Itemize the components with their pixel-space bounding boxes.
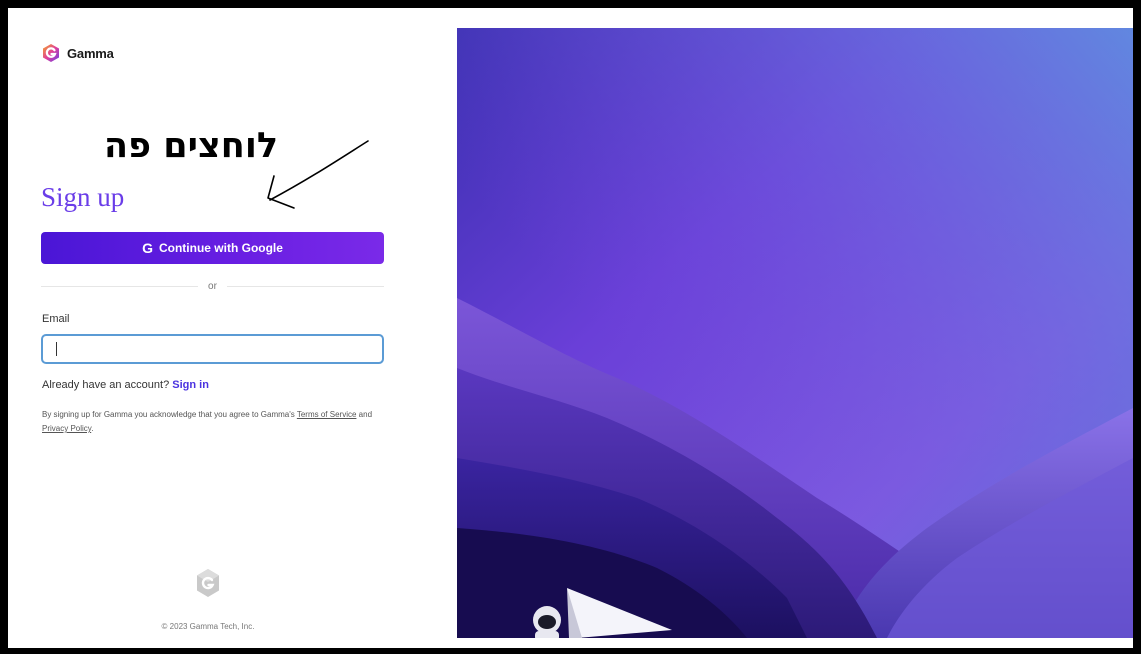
terms-of-service-link[interactable]: Terms of Service bbox=[297, 410, 357, 419]
divider-line-right bbox=[226, 285, 384, 287]
hero-illustration bbox=[457, 28, 1133, 638]
screenshot-frame: Gamma לוחצים פה Sign up G Continue with … bbox=[8, 8, 1133, 648]
copyright-text: © 2023 Gamma Tech, Inc. bbox=[161, 622, 255, 631]
legal-prefix: By signing up for Gamma you acknowledge … bbox=[42, 410, 295, 419]
continue-with-google-button[interactable]: G Continue with Google bbox=[41, 232, 384, 264]
text-caret bbox=[56, 342, 57, 356]
brand-logo[interactable]: Gamma bbox=[41, 43, 114, 63]
page-title: Sign up bbox=[41, 182, 125, 212]
email-label: Email bbox=[42, 313, 70, 325]
gamma-logo-icon bbox=[43, 44, 59, 62]
google-g-icon: G bbox=[142, 240, 153, 256]
astronaut-icon bbox=[533, 606, 561, 638]
hand-drawn-arrow-icon bbox=[267, 140, 369, 209]
divider-line-left bbox=[41, 285, 199, 287]
signin-prompt: Already have an account? Sign in bbox=[42, 379, 209, 391]
legal-notice: By signing up for Gamma you acknowledge … bbox=[42, 408, 387, 436]
gamma-g-icon bbox=[197, 569, 219, 597]
legal-suffix: . bbox=[91, 424, 94, 433]
legal-and: and bbox=[358, 410, 373, 419]
already-have-account-text: Already have an account? bbox=[42, 379, 170, 391]
divider-text: or bbox=[208, 280, 217, 292]
or-divider: or bbox=[41, 280, 384, 292]
annotation-label: לוחצים פה bbox=[104, 126, 279, 166]
google-button-label: Continue with Google bbox=[158, 241, 283, 255]
mountains-illustration bbox=[457, 28, 1133, 638]
brand-name: Gamma bbox=[67, 45, 114, 61]
signup-panel: Gamma לוחצים פה Sign up G Continue with … bbox=[8, 8, 456, 648]
email-input[interactable] bbox=[41, 334, 384, 364]
privacy-policy-link[interactable]: Privacy Policy bbox=[42, 424, 91, 433]
sign-in-link[interactable]: Sign in bbox=[172, 379, 209, 391]
